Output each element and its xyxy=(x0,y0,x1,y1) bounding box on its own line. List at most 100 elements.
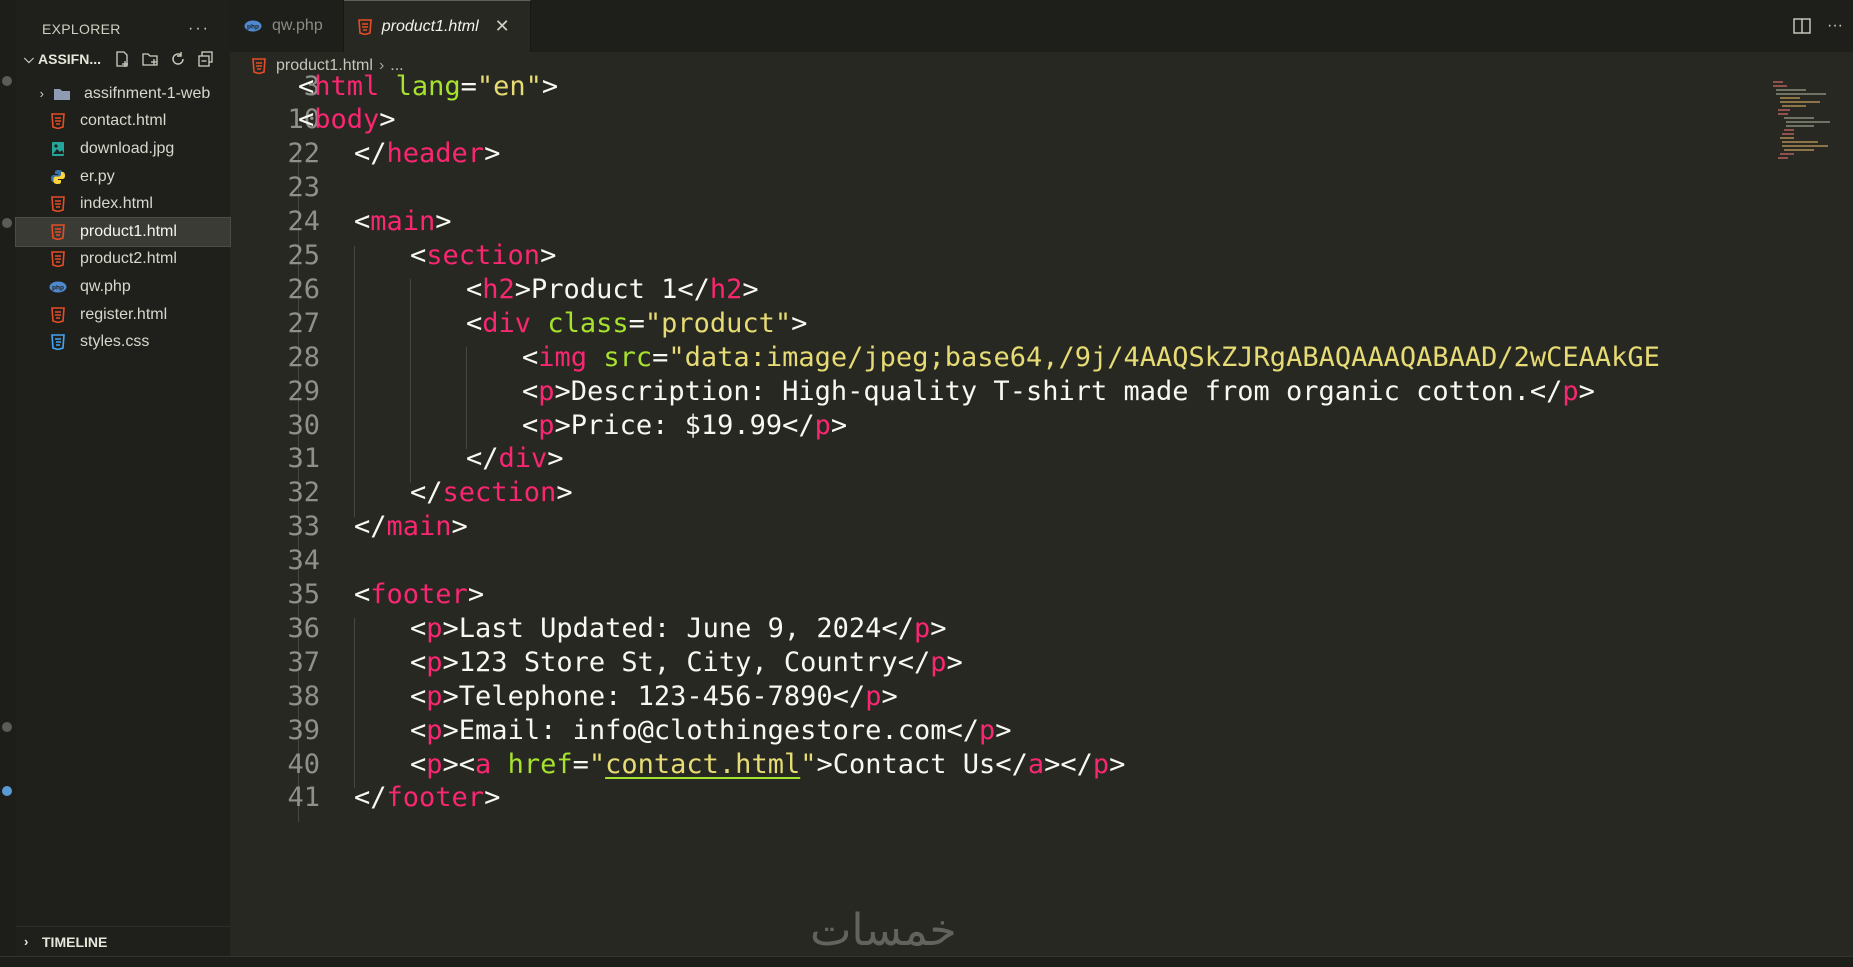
code-token: </ xyxy=(946,714,979,746)
code-token: main xyxy=(370,206,436,238)
code-token: < xyxy=(298,104,315,136)
line-number: 29 xyxy=(287,375,320,407)
watermark-logo: خمسات xyxy=(810,905,957,956)
code-token: Last Updated: June 9, 2024 xyxy=(458,612,882,644)
line-code: <p > Description: High-quality T-shirt mad… xyxy=(522,376,1595,407)
code-token: < xyxy=(522,375,539,407)
code-token: div xyxy=(498,443,548,475)
code-token: > xyxy=(442,714,459,746)
new-file-icon[interactable] xyxy=(113,50,131,68)
code-token: img xyxy=(538,341,588,373)
code-token: Telephone: 123-456-7890 xyxy=(458,680,833,712)
code-token: header xyxy=(386,138,485,170)
code-token: = xyxy=(628,307,645,339)
code-token: footer xyxy=(370,579,468,610)
collapse-all-icon[interactable] xyxy=(197,50,215,68)
code-token: > xyxy=(881,680,898,712)
tree-item-label: qw.php xyxy=(80,277,131,295)
tree-item-label: contact.html xyxy=(80,112,167,130)
code-token: > xyxy=(484,782,501,814)
line-code: <main> xyxy=(354,206,452,237)
timeline-section[interactable]: › TIMELINE xyxy=(16,926,230,956)
tab-label: product1.html xyxy=(381,17,479,35)
code-token: p xyxy=(538,375,555,407)
refresh-icon[interactable] xyxy=(169,50,187,68)
code-token: p xyxy=(426,748,443,780)
tree-file-product1[interactable]: product1.html xyxy=(15,216,231,247)
code-token: > xyxy=(1578,375,1595,407)
minimap[interactable] xyxy=(1772,80,1852,170)
chevron-right-icon: › xyxy=(39,86,44,102)
tree-folder-assifnment[interactable]: › assifnment-1-web xyxy=(16,80,230,108)
code-token: > xyxy=(467,579,485,610)
code-token: lang xyxy=(395,70,461,102)
code-token: > xyxy=(514,273,532,305)
code-token: Price: $19.99 xyxy=(570,409,783,441)
activity-bar xyxy=(0,0,17,966)
code-token: Contact Us xyxy=(832,748,996,780)
code-token: > xyxy=(930,612,947,644)
line-code: <div class="product"> xyxy=(466,308,807,339)
line-number: 41 xyxy=(287,782,320,814)
close-icon[interactable]: ✕ xyxy=(495,16,510,37)
tree-file-contact[interactable]: contact.html xyxy=(16,108,230,136)
tree-file-er[interactable]: er.py xyxy=(16,163,230,191)
line-code: <p>123 Store St, City, Country</p> xyxy=(410,647,963,678)
code-token: </ xyxy=(354,782,387,814)
code-token: < xyxy=(410,240,427,271)
python-file-icon xyxy=(46,168,70,186)
code-token: </ xyxy=(677,273,710,305)
html-file-icon xyxy=(357,18,372,35)
html-file-icon xyxy=(46,250,70,268)
line-number: 26 xyxy=(287,273,320,305)
code-token: > xyxy=(946,646,963,678)
code-editor[interactable]: 3 <html lang="en"> 10 <body> 22 </header> 23 24… xyxy=(230,71,1853,956)
accounts-icon[interactable] xyxy=(2,786,12,796)
line-code: </div> xyxy=(466,443,564,474)
code-line[interactable]: 41 </footer> xyxy=(230,778,1770,818)
tree-file-styles[interactable]: styles.css xyxy=(16,328,230,356)
line-number: 39 xyxy=(287,714,320,746)
code-token: a xyxy=(475,748,492,780)
editor-more-actions-icon[interactable]: ··· xyxy=(1827,17,1843,35)
activity-marker xyxy=(2,76,12,86)
tab-product1-html[interactable]: product1.html ✕ xyxy=(343,0,531,52)
code-token: Description: High-quality T-shirt made f… xyxy=(570,375,1530,407)
tree-file-download[interactable]: download.jpg xyxy=(16,135,230,163)
code-token: > xyxy=(791,307,808,339)
tab-qw-php[interactable]: php qw.php xyxy=(230,0,344,52)
code-token: "product" xyxy=(644,307,792,339)
line-code: <p>Price: $19.99</p> xyxy=(522,410,847,441)
code-token: > xyxy=(442,680,459,712)
tree-item-label: product1.html xyxy=(80,222,177,240)
code-token: > xyxy=(435,206,452,238)
tree-file-product2[interactable]: product2.html xyxy=(16,246,230,274)
line-number: 40 xyxy=(287,748,320,780)
code-token: </ xyxy=(995,748,1028,780)
line-number: 37 xyxy=(287,646,320,678)
line-code: <h2>Product 1</h2> xyxy=(466,274,759,305)
code-token: main xyxy=(386,511,452,543)
tree-file-index[interactable]: index.html xyxy=(16,190,230,218)
code-token: " xyxy=(588,748,606,780)
split-editor-icon[interactable] xyxy=(1793,18,1811,34)
code-token: > xyxy=(484,138,501,170)
code-token: </ xyxy=(354,511,387,543)
tree-file-register[interactable]: register.html xyxy=(16,301,230,329)
line-code: </header> xyxy=(354,138,500,169)
new-folder-icon[interactable] xyxy=(141,50,159,68)
workspace-section[interactable]: ⌵ ASSIFN... xyxy=(16,50,230,68)
code-token: p xyxy=(814,409,831,441)
line-number: 32 xyxy=(287,477,320,509)
line-code: <p>Last Updated: June 9, 2024</p> xyxy=(410,613,946,644)
code-token: section xyxy=(442,477,557,509)
code-token: 123 Store St, City, Country xyxy=(458,646,898,678)
tree-item-label: styles.css xyxy=(80,333,150,351)
tree-file-qw[interactable]: php qw.php xyxy=(16,273,230,301)
code-token: < xyxy=(522,409,539,441)
line-number: 34 xyxy=(287,545,320,577)
more-actions-icon[interactable]: ··· xyxy=(188,20,210,38)
